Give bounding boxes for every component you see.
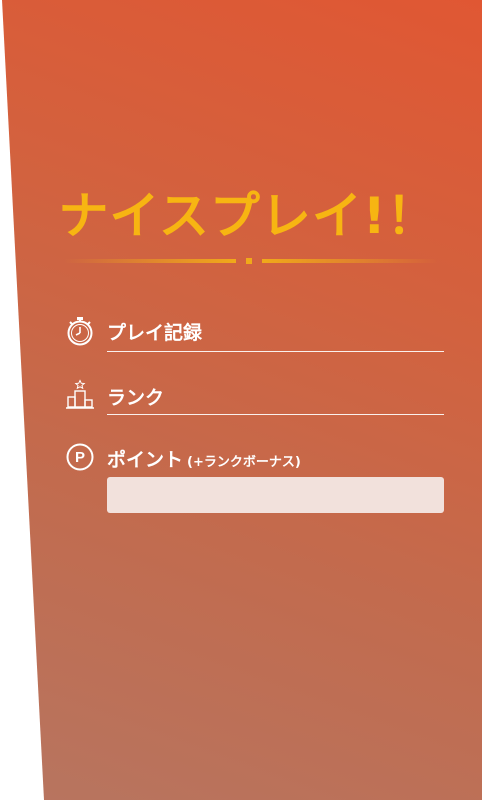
play-record-underline xyxy=(107,351,444,352)
result-screen: ナイスプレイ!！ プレイ記録 ランク P ポイント (+ランクボーナス) xyxy=(0,0,482,800)
rank-label: ランク xyxy=(107,387,165,409)
rank-underline xyxy=(107,414,444,415)
points-value-box xyxy=(107,477,444,513)
points-bonus-note: (+ランクボーナス) xyxy=(187,455,301,470)
title-divider xyxy=(64,255,438,267)
points-label-group: ポイント (+ランクボーナス) xyxy=(107,445,301,472)
stopwatch-icon xyxy=(64,315,96,347)
points-label: ポイント xyxy=(107,449,184,471)
points-p-icon: P xyxy=(64,441,96,473)
podium-icon xyxy=(64,379,96,411)
result-title: ナイスプレイ!！ xyxy=(58,187,438,245)
svg-text:P: P xyxy=(75,449,85,466)
play-record-label: プレイ記録 xyxy=(107,322,203,344)
